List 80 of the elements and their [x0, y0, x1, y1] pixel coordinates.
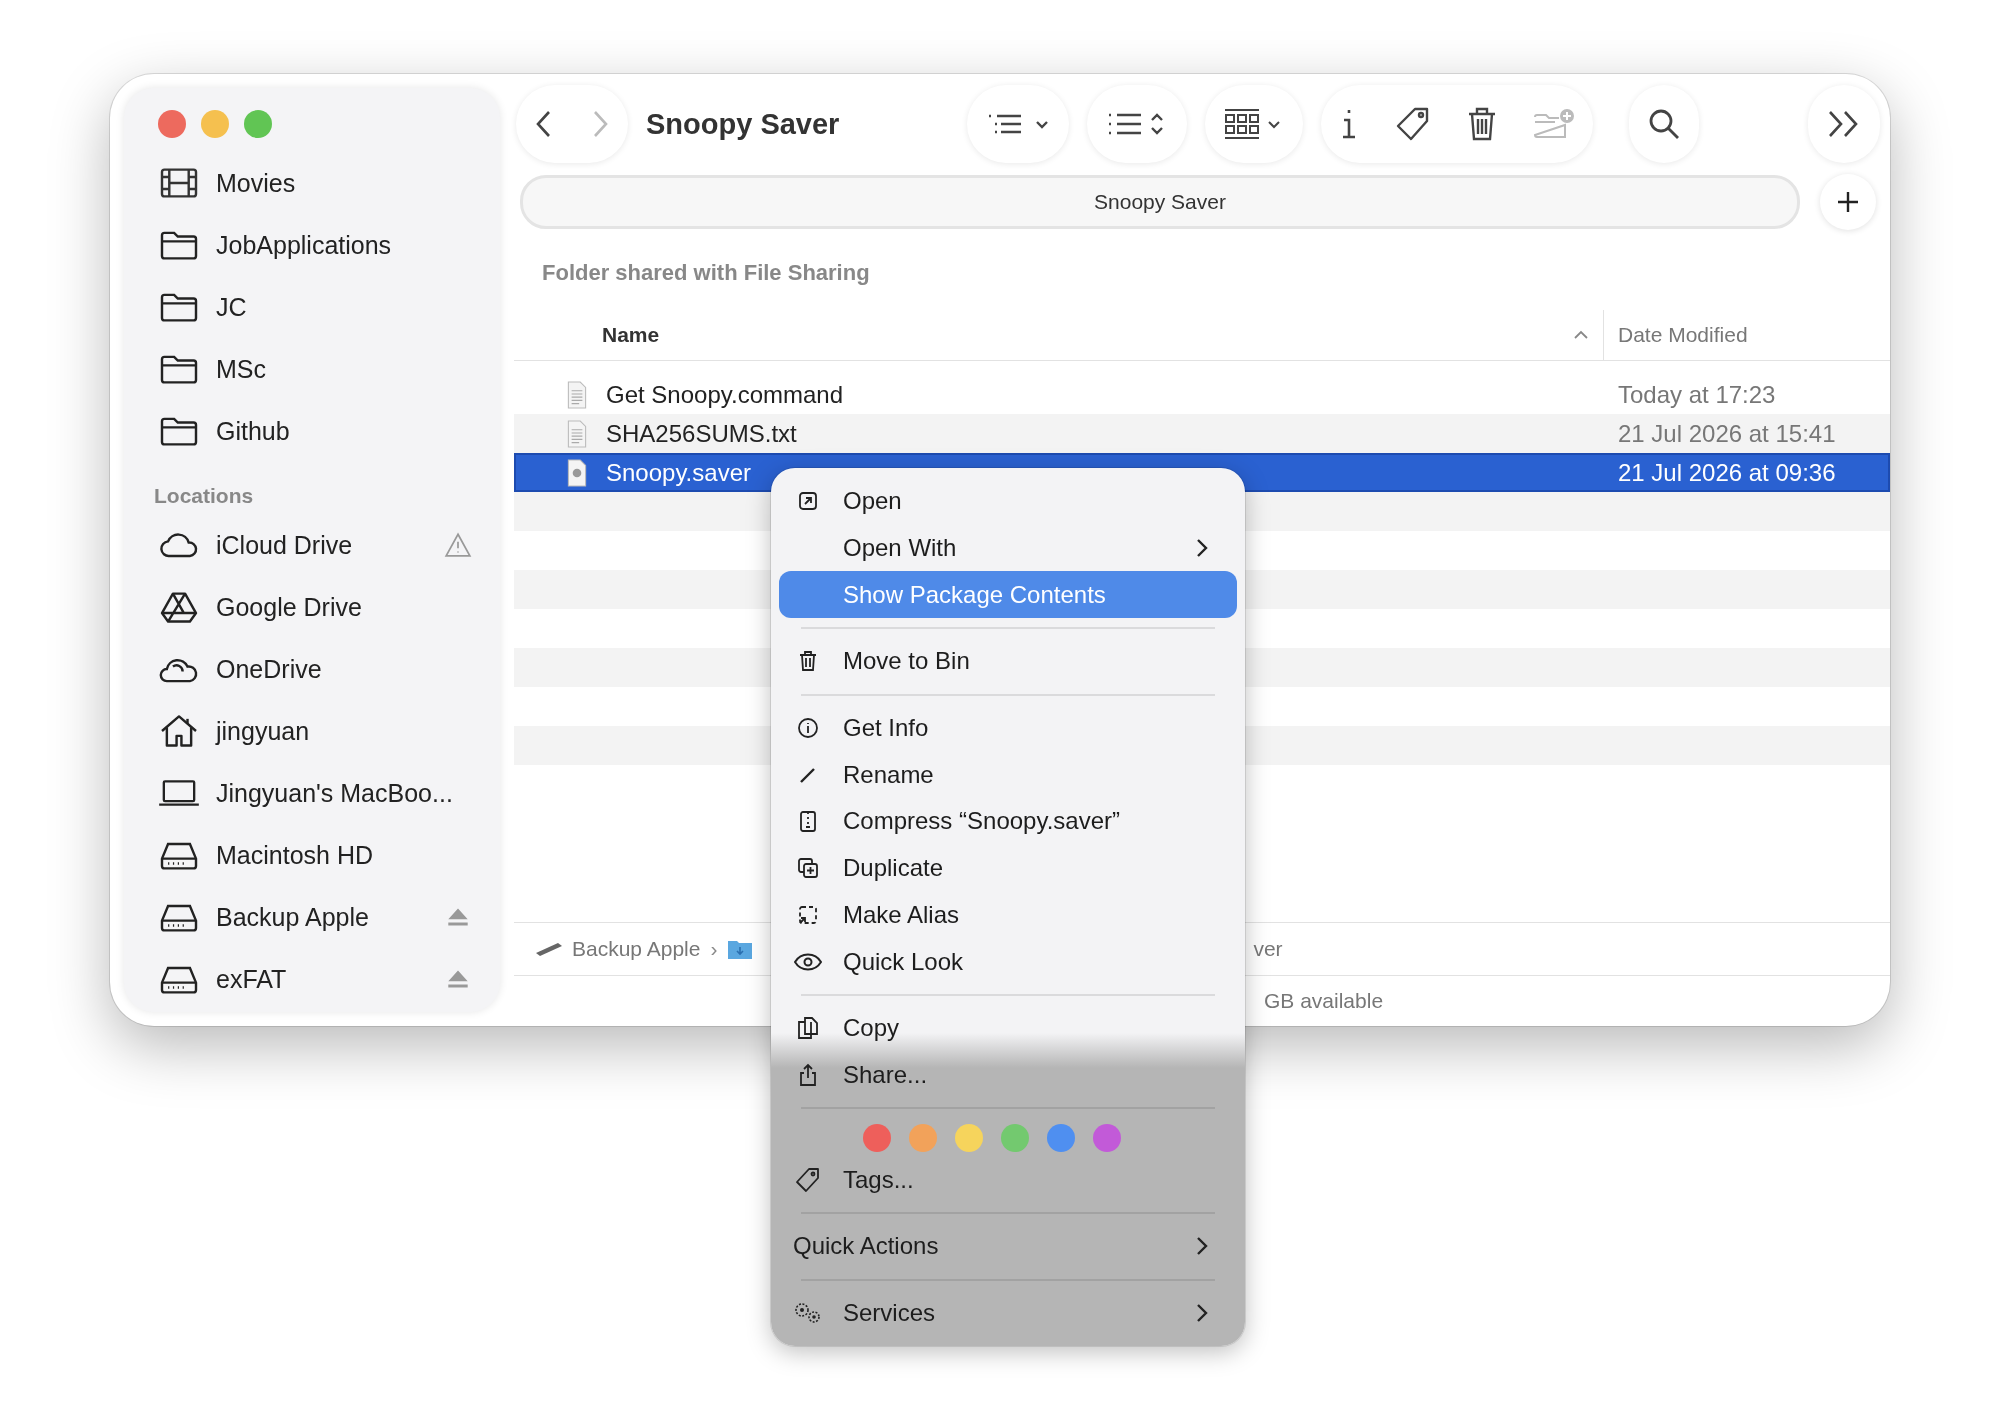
chevron-right-icon: [1195, 1301, 1209, 1324]
drive-icon: [534, 941, 564, 957]
eye-icon: [794, 952, 822, 971]
document-icon: [566, 419, 588, 448]
menu-item[interactable]: Rename: [779, 751, 1237, 799]
sidebar-item[interactable]: Movies: [124, 152, 500, 214]
menu-item[interactable]: Compress “Snoopy.saver”: [779, 798, 1237, 845]
file-name: SHA256SUMS.txt: [606, 419, 798, 448]
status-text: GB available: [1264, 989, 1384, 1013]
sidebar-item[interactable]: Backup Apple: [124, 886, 500, 948]
gears-icon: [794, 1301, 822, 1324]
triangle-drive-icon: [158, 590, 200, 624]
zoom-button[interactable]: [244, 110, 272, 138]
shared-folder-notice: Folder shared with File Sharing: [541, 259, 871, 286]
sidebar-item[interactable]: Macintosh HD: [124, 824, 500, 886]
menu-item[interactable]: Tags...: [779, 1156, 1237, 1203]
menu-item[interactable]: Services: [779, 1289, 1237, 1337]
close-button[interactable]: [158, 110, 186, 138]
plus-icon: [1837, 191, 1859, 213]
minimize-button[interactable]: [201, 110, 229, 138]
sidebar-item[interactable]: OneDrive: [124, 638, 500, 700]
sidebar-item[interactable]: iCloud Drive: [124, 514, 500, 576]
sidebar-item[interactable]: MSc: [124, 338, 500, 400]
document-icon: [566, 380, 588, 409]
date-modified: Today at 17:23: [1617, 380, 1777, 409]
film-icon: [158, 166, 200, 200]
menu-item[interactable]: Get Info: [779, 704, 1237, 752]
window-title: Snoopy Saver: [646, 107, 840, 141]
menu-item[interactable]: Make Alias: [779, 891, 1237, 939]
path-separator: ›: [710, 937, 718, 961]
menu-item[interactable]: Quick Actions: [779, 1222, 1237, 1270]
column-header[interactable]: Date Modified: [1604, 310, 1890, 360]
menu-item[interactable]: Open With: [779, 524, 1237, 572]
tag-icon: [795, 1166, 821, 1193]
menu-item[interactable]: Duplicate: [779, 844, 1237, 892]
share-icon: [798, 1062, 818, 1087]
sidebar-item[interactable]: JC: [124, 276, 500, 338]
duplicate-icon: [797, 857, 819, 880]
zip-file-icon: [799, 809, 817, 834]
path-item[interactable]: ver: [1253, 937, 1283, 961]
date-modified: 21 Jul 2026 at 15:41: [1617, 419, 1837, 448]
sidebar-item[interactable]: Jingyuan's MacBoo...: [124, 762, 500, 824]
path-item[interactable]: Backup Apple: [534, 937, 701, 961]
file-name: Snoopy.saver: [606, 458, 752, 487]
column-header[interactable]: Name: [514, 310, 1604, 360]
sidebar-section-title: Locations: [153, 483, 255, 509]
sidebar-item[interactable]: JobApplications: [124, 214, 500, 276]
file-row[interactable]: SHA256SUMS.txt 21 Jul 2026 at 15:41: [514, 414, 1890, 453]
add-button[interactable]: [1820, 174, 1876, 230]
menu-item[interactable]: Open: [779, 478, 1237, 525]
info-icon: [797, 717, 819, 740]
package-icon: [566, 458, 588, 487]
menu-item[interactable]: Move to Bin: [779, 638, 1237, 685]
trash-icon: [799, 650, 817, 673]
tag-color-dot[interactable]: [1047, 1124, 1075, 1153]
warning-icon: [444, 532, 472, 558]
path-field[interactable]: Snoopy Saver: [520, 175, 1800, 229]
trash-icon: [1467, 106, 1498, 142]
tag-color-dot[interactable]: [955, 1124, 983, 1153]
file-row[interactable]: Get Snoopy.command Today at 17:23: [514, 375, 1890, 414]
date-modified: 21 Jul 2026 at 09:36: [1617, 458, 1837, 487]
sidebar-item[interactable]: Github: [124, 400, 500, 462]
menu-item[interactable]: Quick Look: [779, 938, 1237, 985]
menu-item[interactable]: Copy: [779, 1004, 1237, 1052]
tag-color-dot[interactable]: [909, 1124, 937, 1153]
tag-color-dot[interactable]: [863, 1124, 891, 1153]
tag-color-dot[interactable]: [1001, 1124, 1029, 1153]
open-icon: [798, 491, 818, 512]
sidebar-item[interactable]: jingyuan: [124, 700, 500, 762]
sort-caret-icon: [1573, 330, 1589, 340]
sidebar-item[interactable]: exFAT: [124, 948, 500, 1010]
folder-icon: [727, 938, 754, 960]
alias-icon: [798, 904, 818, 925]
file-name: Get Snoopy.command: [606, 380, 844, 409]
path-item[interactable]: [727, 938, 754, 960]
copy-icon: [797, 1016, 819, 1041]
tag-color-dot[interactable]: [1093, 1124, 1121, 1153]
menu-item[interactable]: Share...: [779, 1051, 1237, 1099]
sidebar-item[interactable]: Google Drive: [124, 576, 500, 638]
toolbar-button[interactable]: [1467, 106, 1498, 142]
